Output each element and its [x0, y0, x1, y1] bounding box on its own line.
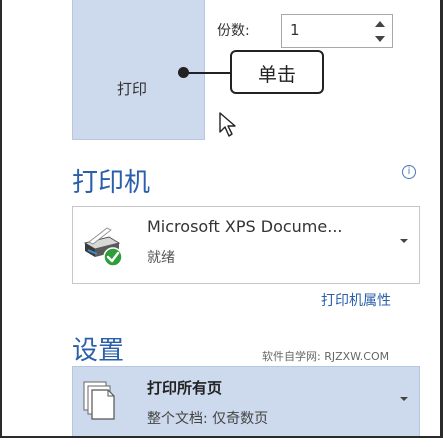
print-range-select[interactable]: 打印所有页 整个文档: 仅奇数页 [72, 366, 420, 438]
spin-down-icon[interactable] [370, 32, 390, 46]
spin-up-icon[interactable] [370, 17, 390, 31]
copies-label: 份数: [217, 23, 250, 39]
chevron-down-icon [400, 239, 408, 243]
printer-properties-link[interactable]: 打印机属性 [321, 290, 391, 310]
info-icon[interactable]: i [402, 165, 416, 179]
chevron-down-icon [400, 397, 408, 401]
print-range-title: 打印所有页 [147, 379, 223, 397]
printer-select[interactable]: Microsoft XPS Docume... 就绪 [72, 206, 420, 284]
printer-name: Microsoft XPS Docume... [147, 217, 343, 236]
callout-line [183, 72, 233, 74]
print-range-subtitle: 整个文档: 仅奇数页 [147, 411, 269, 427]
watermark-text: 软件自学网: RJZXW.COM [262, 350, 390, 363]
print-button-label: 打印 [117, 80, 148, 98]
copies-value: 1 [290, 21, 300, 39]
pages-icon [83, 381, 115, 420]
printer-status: 就绪 [147, 250, 175, 266]
callout-text: 单击 [257, 64, 296, 86]
frame-bottom-border [0, 436, 443, 447]
copies-stepper[interactable]: 1 [281, 14, 393, 48]
frame-left-border [0, 0, 2, 445]
callout-box: 单击 [230, 50, 324, 94]
mouse-cursor-icon [219, 112, 236, 137]
printer-icon [83, 227, 123, 267]
printer-heading: 打印机 [72, 168, 151, 198]
settings-heading: 设置 [72, 336, 125, 366]
